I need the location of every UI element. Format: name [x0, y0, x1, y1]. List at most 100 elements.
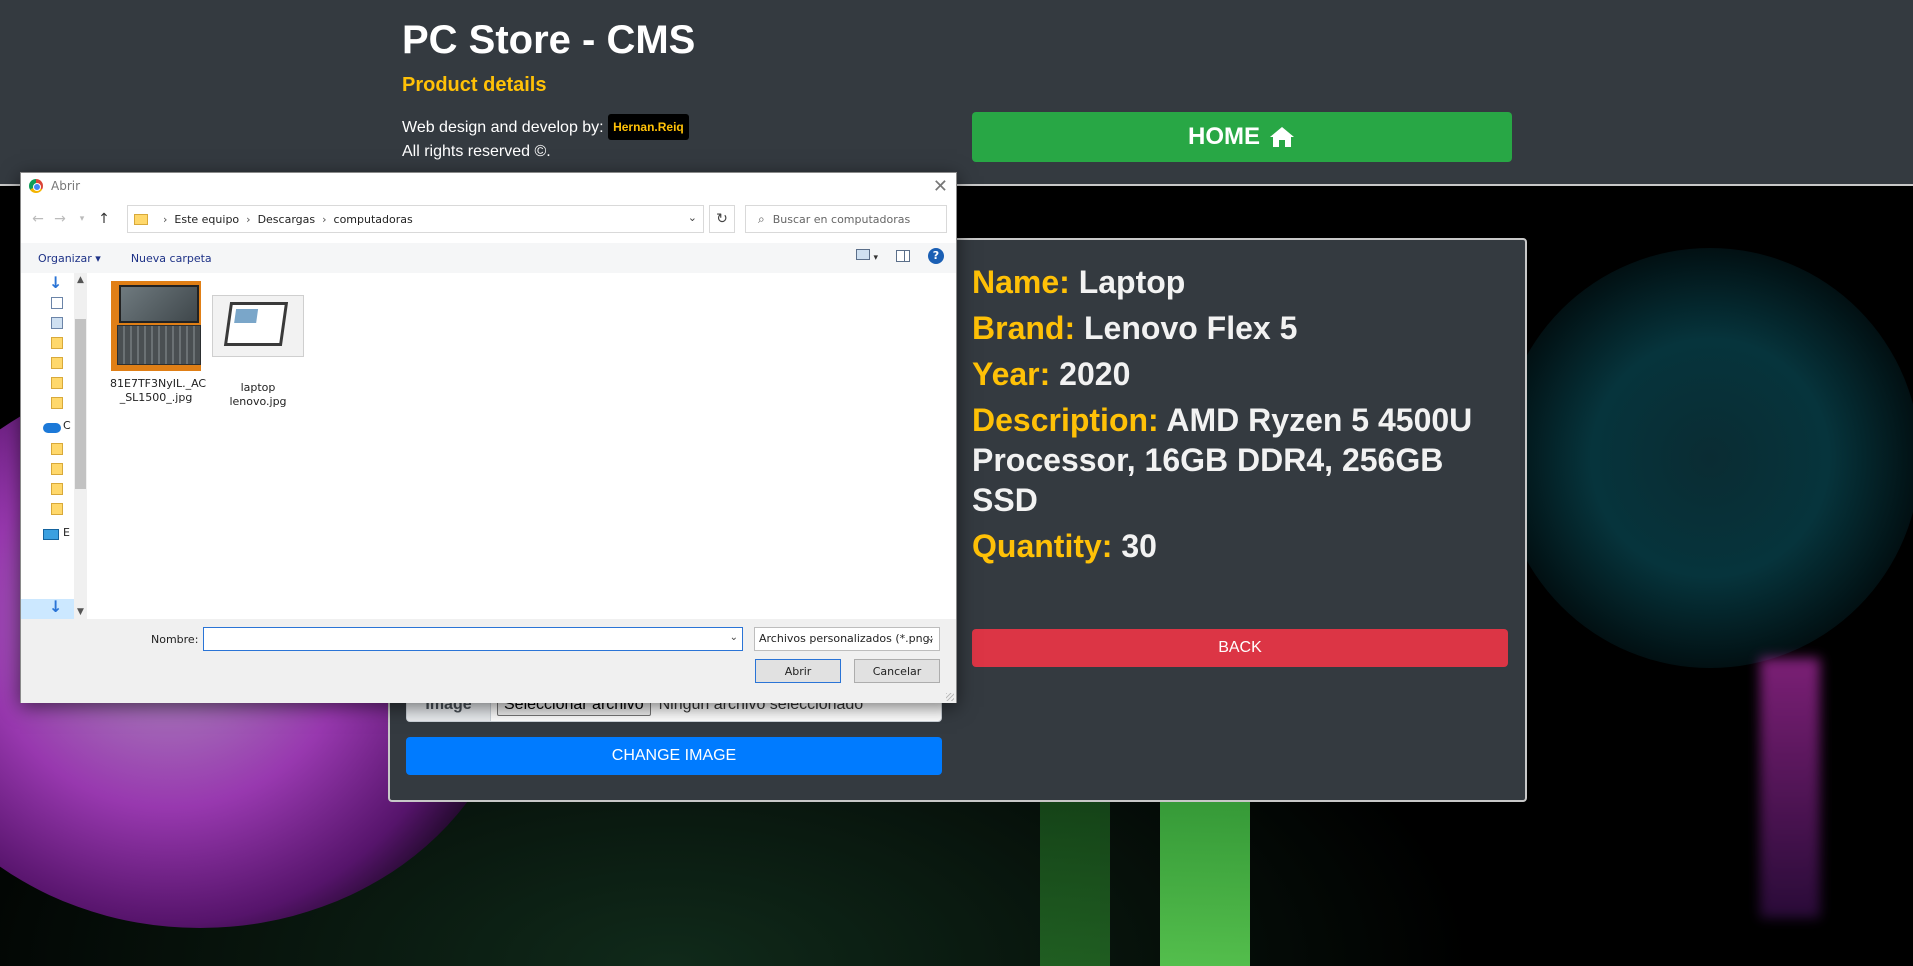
- detail-description: Description: AMD Ryzen 5 4500U Processor…: [972, 400, 1512, 520]
- up-arrow-icon[interactable]: ↑: [93, 211, 115, 227]
- folder-icon: [134, 213, 148, 225]
- file-open-dialog: Abrir ✕ ← → ▾ ↑ › Este equipo › Descarga…: [20, 172, 957, 703]
- detail-quantity: Quantity: 30: [972, 526, 1512, 566]
- detail-value: 2020: [1059, 356, 1131, 392]
- detail-value: Lenovo Flex 5: [1084, 310, 1298, 346]
- folder-icon[interactable]: [51, 357, 63, 369]
- background-light: [1760, 658, 1820, 918]
- file-item[interactable]: laptop lenovo.jpg: [212, 281, 304, 409]
- dialog-footer: Nombre: ⌄ Archivos personalizados (*.png…: [21, 619, 956, 703]
- refresh-icon[interactable]: ↻: [709, 205, 735, 233]
- folder-icon[interactable]: [51, 397, 63, 409]
- scroll-up-icon[interactable]: ▲: [74, 275, 87, 285]
- this-pc-icon[interactable]: [43, 529, 59, 540]
- file-name: _SL1500_.jpg: [119, 391, 193, 404]
- folder-icon[interactable]: [51, 377, 63, 389]
- folder-icon[interactable]: [51, 443, 63, 455]
- chevron-down-icon: ⌄: [926, 633, 935, 644]
- chrome-icon: [29, 179, 43, 193]
- back-arrow-icon[interactable]: ←: [27, 211, 49, 227]
- search-placeholder: Buscar en computadoras: [772, 212, 911, 226]
- new-folder-button[interactable]: Nueva carpeta: [131, 252, 212, 265]
- dialog-toolbar: Organizar ▾ Nueva carpeta ▾ ?: [21, 243, 956, 273]
- change-view-button[interactable]: ▾: [855, 249, 878, 263]
- home-icon: [1270, 127, 1294, 147]
- sidebar-scrollbar[interactable]: ▲ ▼: [74, 273, 87, 619]
- forward-arrow-icon[interactable]: →: [49, 211, 71, 227]
- file-type-value: Archivos personalizados (*.png;: [759, 632, 934, 645]
- cancel-button[interactable]: Cancelar: [854, 659, 940, 683]
- detail-year: Year: 2020: [972, 354, 1512, 394]
- download-icon[interactable]: ↓: [49, 599, 63, 615]
- breadcrumb-item[interactable]: computadoras: [334, 213, 413, 226]
- breadcrumb-item[interactable]: Este equipo: [174, 213, 239, 226]
- laptop-keyboard-image: [117, 325, 201, 365]
- home-button[interactable]: HOME: [972, 112, 1512, 162]
- detail-key: Brand:: [972, 310, 1076, 346]
- recent-locations-icon[interactable]: ▾: [71, 214, 93, 224]
- file-type-select[interactable]: Archivos personalizados (*.png; ⌄: [754, 627, 940, 651]
- file-thumbnail: [212, 295, 304, 357]
- detail-brand: Brand: Lenovo Flex 5: [972, 308, 1512, 348]
- open-button[interactable]: Abrir: [755, 659, 841, 683]
- chevron-down-icon[interactable]: ⌄: [730, 632, 738, 643]
- close-icon[interactable]: ✕: [933, 176, 948, 197]
- scroll-down-icon[interactable]: ▼: [74, 607, 87, 617]
- filename-input[interactable]: ⌄: [203, 627, 743, 651]
- product-details: Name: Laptop Brand: Lenovo Flex 5 Year: …: [972, 262, 1512, 572]
- scrollbar-thumb[interactable]: [75, 319, 86, 489]
- change-image-button[interactable]: CHANGE IMAGE: [406, 737, 942, 775]
- download-icon[interactable]: ↓: [49, 275, 63, 291]
- file-name: laptop: [240, 381, 276, 394]
- organize-menu[interactable]: Organizar ▾: [38, 252, 101, 265]
- help-icon[interactable]: ?: [928, 248, 944, 264]
- file-item[interactable]: 81E7TF3NyIL._AC _SL1500_.jpg: [110, 281, 207, 405]
- folder-icon[interactable]: [51, 483, 63, 495]
- page-header: PC Store - CMS Product details Web desig…: [0, 0, 1913, 186]
- view-icon: [855, 249, 870, 260]
- breadcrumb-separator-icon: ›: [246, 212, 251, 226]
- detail-value: 30: [1121, 528, 1157, 564]
- search-box[interactable]: ⌕ Buscar en computadoras: [745, 205, 947, 233]
- pictures-icon[interactable]: [51, 317, 63, 329]
- rights-text: All rights reserved ©.: [402, 143, 551, 160]
- detail-key: Name:: [972, 264, 1070, 300]
- search-icon: ⌕: [758, 211, 765, 226]
- resize-grip-icon[interactable]: [946, 693, 954, 701]
- file-name: lenovo.jpg: [229, 395, 287, 408]
- dialog-navbar: ← → ▾ ↑ › Este equipo › Descargas › comp…: [21, 203, 956, 235]
- breadcrumb-item[interactable]: Descargas: [258, 213, 316, 226]
- chevron-down-icon[interactable]: ⌄: [688, 211, 697, 224]
- file-name: 81E7TF3NyIL._AC: [110, 377, 207, 390]
- detail-key: Year:: [972, 356, 1051, 392]
- folder-icon[interactable]: [51, 463, 63, 475]
- sidebar-label: C: [63, 419, 71, 432]
- laptop-screen-image: [119, 285, 199, 323]
- address-bar[interactable]: › Este equipo › Descargas › computadoras…: [127, 205, 704, 233]
- file-list: 81E7TF3NyIL._AC _SL1500_.jpg laptop leno…: [88, 273, 956, 619]
- document-icon[interactable]: [51, 297, 63, 309]
- detail-key: Description:: [972, 402, 1159, 438]
- back-button[interactable]: BACK: [972, 629, 1508, 667]
- detail-value: Laptop: [1078, 264, 1186, 300]
- credits: Web design and develop by: Hernan.Reiq A…: [402, 114, 689, 164]
- navigation-pane: ↓ C E ↓ ▲ ▼: [21, 273, 87, 619]
- page-subtitle: Product details: [402, 74, 547, 96]
- credits-text: Web design and develop by:: [402, 119, 604, 136]
- breadcrumb-separator-icon: ›: [163, 212, 168, 226]
- site-title: PC Store - CMS: [402, 18, 696, 62]
- organize-label: Organizar: [38, 251, 92, 265]
- folder-icon[interactable]: [51, 503, 63, 515]
- sidebar-label: E: [63, 526, 70, 539]
- folder-icon[interactable]: [51, 337, 63, 349]
- background-fan: [1500, 248, 1913, 668]
- sidebar-selected-item[interactable]: [21, 599, 74, 619]
- dialog-titlebar[interactable]: Abrir ✕: [21, 173, 956, 199]
- detail-name: Name: Laptop: [972, 262, 1512, 302]
- onedrive-icon[interactable]: [43, 423, 61, 433]
- breadcrumb-separator-icon: ›: [322, 212, 327, 226]
- tablet-image: [223, 302, 289, 346]
- dialog-title: Abrir: [51, 179, 81, 193]
- author-badge: Hernan.Reiq: [608, 114, 689, 140]
- preview-pane-icon[interactable]: [896, 250, 910, 262]
